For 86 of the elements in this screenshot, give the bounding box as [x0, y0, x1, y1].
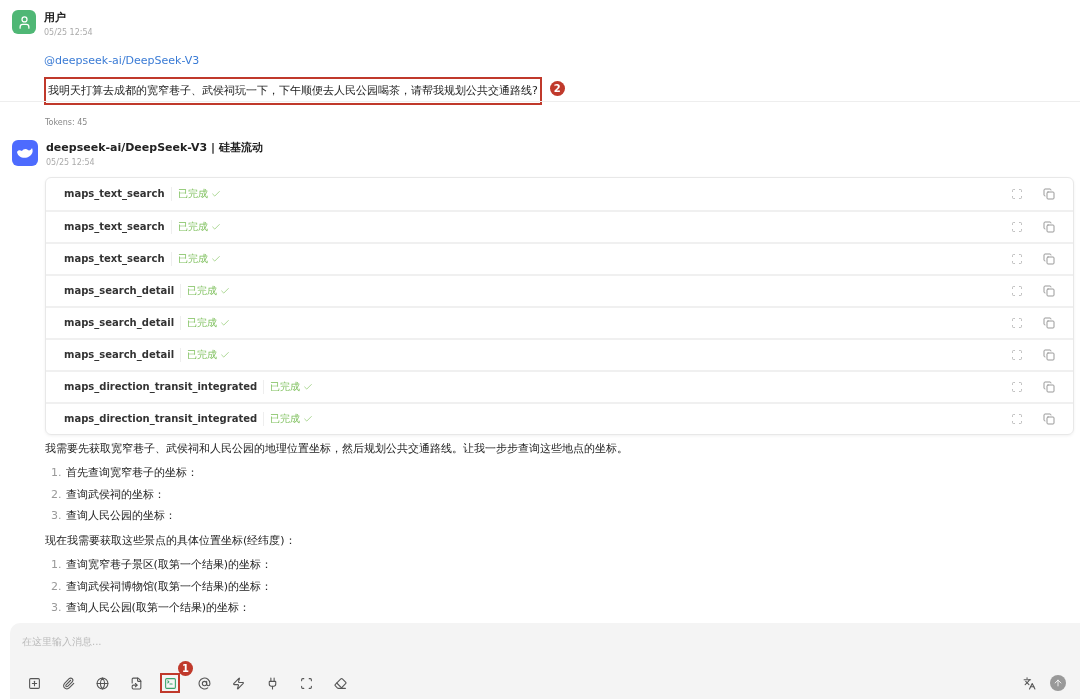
lightning-icon [231, 676, 245, 690]
annotation-badge: 1 [178, 661, 193, 676]
tool-call-row[interactable]: maps_text_search 已完成 [46, 241, 1073, 274]
check-icon [220, 285, 231, 296]
expand-icon[interactable] [1011, 380, 1023, 393]
tool-status: 已完成 [270, 412, 301, 426]
tool-call-row[interactable]: maps_text_search 已完成 [46, 209, 1073, 242]
list-item: 查询武侯祠的坐标： [65, 486, 165, 503]
paperclip-icon [61, 676, 75, 690]
tool-call-row[interactable]: maps_search_detail 已完成 [46, 305, 1073, 338]
globe-icon [95, 676, 109, 690]
check-icon [303, 413, 314, 424]
copy-icon[interactable] [1043, 284, 1055, 297]
author-name: 用户 [44, 10, 67, 26]
expand-icon[interactable] [1011, 348, 1023, 361]
list-number: 2. [51, 578, 62, 595]
user-message-text: 我明天打算去成都的宽窄巷子、武侯祠玩一下，下午顺便去人民公园喝茶，请帮我规划公共交通路线? [44, 76, 542, 105]
tool-status: 已完成 [177, 252, 208, 266]
copy-icon[interactable] [1043, 187, 1055, 200]
check-icon [220, 317, 231, 328]
eraser-icon [333, 676, 347, 690]
frame-icon [299, 676, 313, 690]
copy-icon[interactable] [1043, 252, 1055, 265]
copy-icon[interactable] [1043, 380, 1055, 393]
list-item: 查询人民公园的坐标： [65, 508, 176, 524]
add-icon [27, 676, 41, 690]
arrow-up-icon [1053, 678, 1063, 688]
tool-name: maps_text_search [64, 252, 165, 266]
tool-call-row[interactable]: maps_text_search 已完成 [46, 177, 1073, 210]
list-item: 首先查询宽窄巷子的坐标： [65, 465, 198, 481]
model-mention-link[interactable]: @deepseek-ai/DeepSeek-V3 [44, 53, 200, 67]
list-item: 查询人民公园(取第一个结果)的坐标： [65, 600, 251, 616]
copy-icon[interactable] [1043, 412, 1055, 425]
tool-status: 已完成 [177, 187, 208, 201]
list-number: 2. [51, 486, 62, 503]
annotation-badge: 2 [549, 80, 565, 96]
list-item: 查询宽窄巷子景区(取第一个结果)的坐标： [65, 557, 273, 573]
paragraph: 现在我需要获取这些景点的具体位置坐标(经纬度)： [45, 532, 297, 549]
tool-status: 已完成 [187, 348, 218, 362]
tool-status: 已完成 [270, 380, 301, 394]
tool-status: 已完成 [187, 284, 218, 298]
expand-icon[interactable] [1011, 316, 1023, 329]
list-item: 查询武侯祠博物馆(取第一个结果)的坐标： [65, 578, 273, 595]
timestamp: 05/25 12:54 [46, 156, 96, 169]
tool-name: maps_search_detail [64, 316, 175, 330]
tool-name: maps_text_search [64, 220, 165, 234]
tool-call-row[interactable]: maps_direction_transit_integrated 已完成 [46, 369, 1073, 402]
author-name: deepseek-ai/DeepSeek-V3 | 硅基流动 [46, 140, 263, 156]
expand-icon[interactable] [1011, 220, 1023, 233]
tool-status: 已完成 [177, 220, 208, 234]
list-number: 3. [51, 600, 62, 616]
expand-icon[interactable] [1011, 284, 1023, 297]
list-number: 1. [51, 557, 62, 573]
tool-call-row[interactable]: maps_direction_transit_integrated 已完成 [46, 401, 1073, 434]
tool-call-row[interactable]: maps_search_detail 已完成 [46, 337, 1073, 370]
terminal-button[interactable] [160, 673, 180, 693]
tool-name: maps_search_detail [64, 348, 175, 362]
timestamp: 05/25 12:54 [44, 26, 93, 39]
copy-icon[interactable] [1043, 316, 1055, 329]
tool-status: 已完成 [187, 316, 218, 330]
tool-name: maps_text_search [64, 187, 165, 201]
check-icon [220, 349, 231, 360]
tool-name: maps_search_detail [64, 284, 175, 298]
send-button[interactable] [1050, 675, 1066, 691]
expand-icon[interactable] [1011, 252, 1023, 265]
tool-name: maps_direction_transit_integrated [64, 380, 258, 394]
terminal-icon [163, 676, 177, 690]
list-number: 1. [51, 465, 62, 481]
user-avatar [12, 10, 36, 34]
tool-name: maps_direction_transit_integrated [64, 412, 258, 426]
copy-icon[interactable] [1043, 220, 1055, 233]
check-icon [210, 253, 221, 264]
list-number: 3. [51, 508, 62, 524]
whale-icon [16, 146, 34, 160]
check-icon [210, 221, 221, 232]
expand-icon[interactable] [1011, 412, 1023, 425]
token-count: Tokens: 45 [45, 118, 88, 127]
translate-icon[interactable] [1023, 676, 1036, 690]
file-icon [129, 676, 143, 690]
check-icon [303, 381, 314, 392]
copy-icon[interactable] [1043, 348, 1055, 361]
at-sign-icon [197, 676, 211, 690]
tool-call-row[interactable]: maps_search_detail 已完成 [46, 273, 1073, 306]
paragraph: 我需要先获取宽窄巷子、武侯祠和人民公园的地理位置坐标，然后规划公共交通路线。让我一步步查询这些地点的坐标。 [45, 440, 629, 457]
expand-icon[interactable] [1011, 187, 1023, 200]
check-icon [210, 188, 221, 199]
